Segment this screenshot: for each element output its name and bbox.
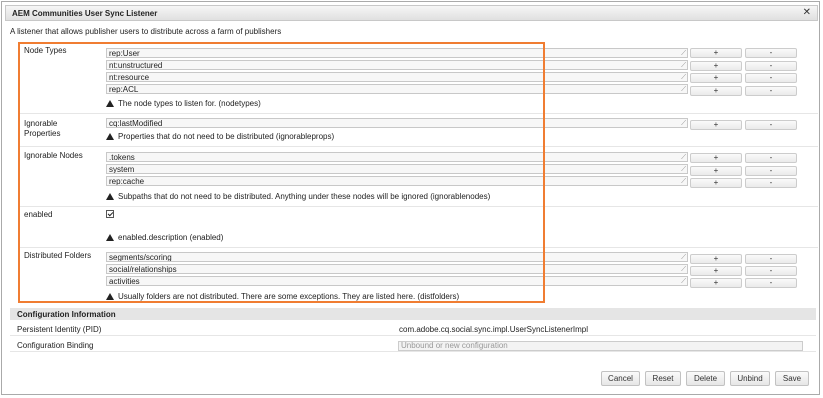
- binding-label: Configuration Binding: [17, 341, 94, 350]
- resize-grip-icon[interactable]: ⟋: [681, 50, 686, 57]
- resize-grip-icon[interactable]: ⟋: [681, 62, 686, 69]
- enabled-hint: enabled.description (enabled): [106, 233, 223, 242]
- pid-label: Persistent Identity (PID): [17, 325, 102, 334]
- warning-icon: [106, 193, 114, 200]
- properties-form: Node Types rep:User ⟋ + - nt:unstructured…: [18, 42, 818, 303]
- distributed-folders-remove-button-3[interactable]: -: [745, 278, 797, 288]
- resize-grip-icon[interactable]: ⟋: [681, 154, 686, 161]
- pid-value: com.adobe.cq.social.sync.impl.UserSyncLi…: [399, 325, 588, 334]
- ignorable-nodes-remove-button-2[interactable]: -: [745, 166, 797, 176]
- distributed-folders-field-1[interactable]: segments/scoring ⟋: [106, 252, 688, 262]
- resize-grip-icon[interactable]: ⟋: [681, 86, 686, 93]
- warning-icon: [106, 234, 114, 241]
- node-types-add-button-2[interactable]: +: [690, 61, 742, 71]
- row-divider: [18, 146, 818, 147]
- dialog-description: A listener that allows publisher users t…: [10, 27, 282, 36]
- node-types-label: Node Types: [24, 46, 67, 55]
- node-types-field-4[interactable]: rep:ACL ⟋: [106, 84, 688, 94]
- ignorable-nodes-add-button-1[interactable]: +: [690, 153, 742, 163]
- row-divider: [18, 206, 818, 207]
- config-info-heading: Configuration Information: [17, 310, 116, 319]
- node-types-field-3[interactable]: nt:resource ⟋: [106, 72, 688, 82]
- node-types-field-2[interactable]: nt:unstructured ⟋: [106, 60, 688, 70]
- node-types-remove-button-4[interactable]: -: [745, 86, 797, 96]
- dialog-titlebar: AEM Communities User Sync Listener ✕: [5, 5, 818, 21]
- ignorable-nodes-remove-button-1[interactable]: -: [745, 153, 797, 163]
- close-icon[interactable]: ✕: [803, 7, 811, 18]
- ignorable-properties-field-1[interactable]: cq:lastModified ⟋: [106, 118, 688, 128]
- node-types-remove-button-2[interactable]: -: [745, 61, 797, 71]
- node-types-add-button-4[interactable]: +: [690, 86, 742, 96]
- ignorable-nodes-add-button-3[interactable]: +: [690, 178, 742, 188]
- ignorable-nodes-add-button-2[interactable]: +: [690, 166, 742, 176]
- cancel-button[interactable]: Cancel: [601, 371, 640, 386]
- enabled-checkbox[interactable]: [106, 210, 114, 218]
- pid-row: Persistent Identity (PID) com.adobe.cq.s…: [10, 322, 816, 336]
- distributed-folders-field-3[interactable]: activities ⟋: [106, 276, 688, 286]
- ignorable-properties-hint: Properties that do not need to be distri…: [106, 132, 334, 141]
- warning-icon: [106, 133, 114, 140]
- enabled-label: enabled: [24, 210, 53, 219]
- configuration-binding-input[interactable]: Unbound or new configuration: [398, 341, 803, 351]
- node-types-add-button-3[interactable]: +: [690, 73, 742, 83]
- distributed-folders-add-button-3[interactable]: +: [690, 278, 742, 288]
- config-info-header: Configuration Information: [10, 308, 816, 320]
- warning-icon: [106, 100, 114, 107]
- delete-button[interactable]: Delete: [686, 371, 725, 386]
- node-types-field-1[interactable]: rep:User ⟋: [106, 48, 688, 58]
- ignorable-nodes-field-3[interactable]: rep:cache ⟋: [106, 176, 688, 186]
- node-types-remove-button-1[interactable]: -: [745, 48, 797, 58]
- ignorable-nodes-label: Ignorable Nodes: [24, 151, 83, 160]
- ignorable-nodes-remove-button-3[interactable]: -: [745, 178, 797, 188]
- ignorable-nodes-field-1[interactable]: .tokens ⟋: [106, 152, 688, 162]
- distributed-folders-field-2[interactable]: social/relationships ⟋: [106, 264, 688, 274]
- resize-grip-icon[interactable]: ⟋: [681, 166, 686, 173]
- distributed-folders-remove-button-2[interactable]: -: [745, 266, 797, 276]
- distributed-folders-add-button-2[interactable]: +: [690, 266, 742, 276]
- resize-grip-icon[interactable]: ⟋: [681, 278, 686, 285]
- resize-grip-icon[interactable]: ⟋: [681, 74, 686, 81]
- resize-grip-icon[interactable]: ⟋: [681, 120, 686, 127]
- ignorable-nodes-field-2[interactable]: system ⟋: [106, 164, 688, 174]
- unbind-button[interactable]: Unbind: [730, 371, 770, 386]
- ignorable-properties-remove-button[interactable]: -: [745, 120, 797, 130]
- warning-icon: [106, 293, 114, 300]
- ignorable-properties-add-button[interactable]: +: [690, 120, 742, 130]
- distributed-folders-add-button-1[interactable]: +: [690, 254, 742, 264]
- dialog-title: AEM Communities User Sync Listener: [12, 9, 158, 18]
- ignorable-nodes-hint: Subpaths that do not need to be distribu…: [106, 192, 490, 201]
- distributed-folders-remove-button-1[interactable]: -: [745, 254, 797, 264]
- node-types-hint: The node types to listen for. (nodetypes…: [106, 99, 261, 108]
- node-types-remove-button-3[interactable]: -: [745, 73, 797, 83]
- ignorable-properties-label: Ignorable Properties: [24, 119, 61, 138]
- node-types-add-button-1[interactable]: +: [690, 48, 742, 58]
- row-divider: [18, 247, 818, 248]
- resize-grip-icon[interactable]: ⟋: [681, 178, 686, 185]
- distributed-folders-hint: Usually folders are not distributed. The…: [106, 292, 459, 301]
- resize-grip-icon[interactable]: ⟋: [681, 254, 686, 261]
- reset-button[interactable]: Reset: [645, 371, 681, 386]
- distributed-folders-label: Distributed Folders: [24, 251, 92, 260]
- row-divider: [18, 113, 818, 114]
- resize-grip-icon[interactable]: ⟋: [681, 266, 686, 273]
- save-button[interactable]: Save: [775, 371, 809, 386]
